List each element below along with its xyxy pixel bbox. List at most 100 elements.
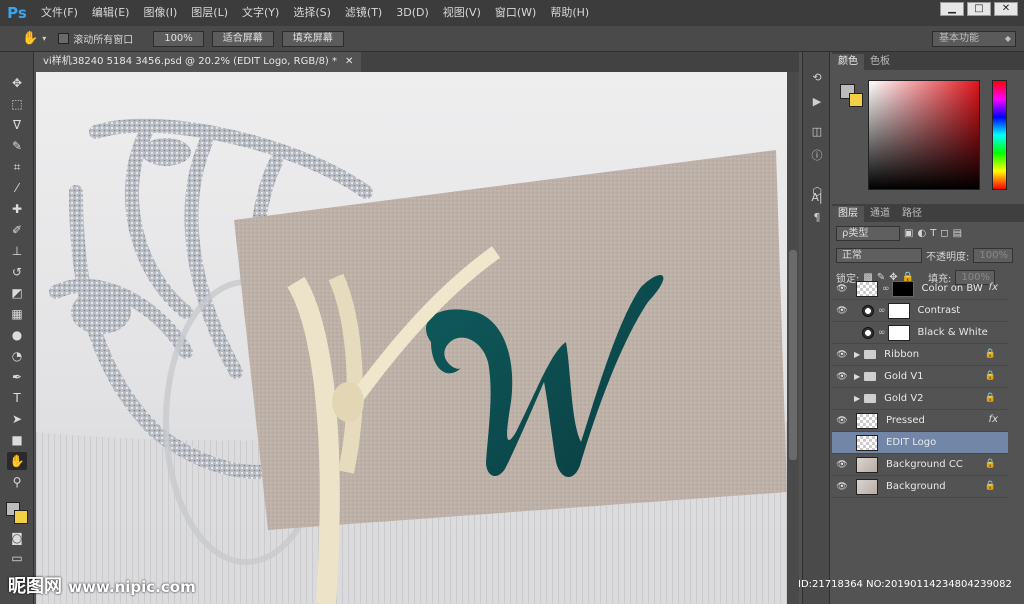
expand-triangle-icon[interactable]: ▶ bbox=[854, 350, 860, 359]
document-canvas[interactable] bbox=[36, 72, 787, 604]
color-picker-field[interactable] bbox=[868, 80, 980, 190]
background-color-swatch[interactable] bbox=[14, 510, 28, 524]
visibility-eye-icon[interactable]: 👁 bbox=[832, 460, 852, 470]
layer-row-background[interactable]: 👁 Background 🔒 bbox=[832, 476, 1008, 498]
character-icon[interactable]: A| bbox=[808, 190, 826, 206]
filter-type-icon[interactable]: T bbox=[930, 228, 936, 239]
layer-row-gold-v1[interactable]: 👁 ▶ Gold V1 🔒 bbox=[832, 366, 1008, 388]
menu-file[interactable]: 文件(F) bbox=[34, 0, 85, 26]
paragraph-icon[interactable]: ¶ bbox=[808, 210, 826, 226]
filter-smart-icon[interactable]: ▤ bbox=[953, 228, 962, 239]
tab-layers[interactable]: 图层 bbox=[832, 206, 864, 222]
layer-row-edit-logo[interactable]: 👁 EDIT Logo bbox=[832, 432, 1008, 454]
maximize-button[interactable]: □ bbox=[967, 2, 991, 16]
brush-tool-icon[interactable]: ✐ bbox=[7, 221, 27, 239]
layer-row-ribbon[interactable]: 👁 ▶ Ribbon 🔒 bbox=[832, 344, 1008, 366]
marquee-tool-icon[interactable]: ⬚ bbox=[7, 95, 27, 113]
menu-help[interactable]: 帮助(H) bbox=[543, 0, 596, 26]
visibility-eye-icon[interactable]: 👁 bbox=[832, 416, 852, 426]
layer-filter-select[interactable]: ρ类型 bbox=[836, 225, 900, 241]
scroll-all-checkbox[interactable] bbox=[58, 33, 70, 44]
layer-row-black-white[interactable]: 👁 ∞ Black & White bbox=[832, 322, 1008, 344]
filter-pixel-icon[interactable]: ▣ bbox=[904, 228, 913, 239]
stamp-tool-icon[interactable]: ⊥ bbox=[7, 242, 27, 260]
menu-image[interactable]: 图像(I) bbox=[136, 0, 184, 26]
info-icon[interactable]: ⓘ bbox=[808, 148, 826, 164]
path-select-tool-icon[interactable]: ➤ bbox=[7, 410, 27, 428]
menu-filter[interactable]: 滤镜(T) bbox=[338, 0, 389, 26]
hand-icon[interactable]: ✋ bbox=[22, 31, 38, 46]
quick-mask-icon[interactable]: ◙ bbox=[7, 529, 27, 547]
fx-icon[interactable]: fx bbox=[989, 414, 998, 425]
properties-icon[interactable]: ◫ bbox=[808, 124, 826, 140]
folder-icon bbox=[864, 372, 877, 381]
visibility-eye-icon[interactable]: 👁 bbox=[832, 284, 852, 294]
opacity-input[interactable]: 100% bbox=[973, 247, 1014, 263]
workspace-select[interactable]: 基本功能 ◆ bbox=[932, 31, 1016, 47]
layer-row-background-cc[interactable]: 👁 Background CC 🔒 bbox=[832, 454, 1008, 476]
menu-layer[interactable]: 图层(L) bbox=[184, 0, 235, 26]
close-button[interactable]: ✕ bbox=[994, 2, 1018, 16]
canvas-vertical-scrollbar[interactable] bbox=[787, 72, 799, 604]
visibility-eye-icon[interactable]: 👁 bbox=[832, 350, 852, 360]
menu-select[interactable]: 选择(S) bbox=[286, 0, 338, 26]
visibility-eye-icon[interactable]: 👁 bbox=[832, 328, 852, 338]
menu-edit[interactable]: 编辑(E) bbox=[85, 0, 137, 26]
eyedropper-tool-icon[interactable]: ⁄ bbox=[7, 179, 27, 197]
menu-view[interactable]: 视图(V) bbox=[436, 0, 488, 26]
layer-mask-thumbnail bbox=[887, 324, 910, 341]
layer-row-color-on-bw[interactable]: 👁 ∞ Color on BW fx bbox=[832, 278, 1008, 300]
shape-tool-icon[interactable]: ■ bbox=[7, 431, 27, 449]
hue-slider[interactable] bbox=[992, 80, 1007, 190]
tab-channels[interactable]: 通道 bbox=[864, 206, 896, 222]
close-icon[interactable]: ✕ bbox=[345, 52, 353, 72]
fx-icon[interactable]: fx bbox=[989, 282, 998, 293]
tab-color[interactable]: 颜色 bbox=[832, 54, 864, 70]
fit-screen-button[interactable]: 适合屏幕 bbox=[211, 30, 274, 47]
fill-screen-button[interactable]: 填充屏幕 bbox=[281, 30, 344, 47]
scrollbar-thumb[interactable] bbox=[789, 250, 797, 460]
dodge-tool-icon[interactable]: ◔ bbox=[7, 347, 27, 365]
zoom-tool-icon[interactable]: ⚲ bbox=[7, 473, 27, 491]
visibility-eye-icon[interactable]: 👁 bbox=[832, 306, 852, 316]
tab-swatches[interactable]: 色板 bbox=[864, 54, 896, 70]
layer-row-pressed[interactable]: 👁 Pressed fx bbox=[832, 410, 1008, 432]
actions-play-icon[interactable]: ▶ bbox=[808, 94, 826, 110]
menu-window[interactable]: 窗口(W) bbox=[488, 0, 543, 26]
zoom-100-button[interactable]: 100% bbox=[153, 30, 204, 47]
visibility-eye-icon[interactable]: 👁 bbox=[832, 372, 852, 382]
blend-row: 正常 不透明度: 100% bbox=[832, 244, 1024, 266]
history-brush-tool-icon[interactable]: ↺ bbox=[7, 263, 27, 281]
type-tool-icon[interactable]: T bbox=[7, 389, 27, 407]
visibility-eye-icon[interactable]: 👁 bbox=[832, 438, 852, 448]
layer-row-gold-v2[interactable]: 👁 ▶ Gold V2 🔒 bbox=[832, 388, 1008, 410]
tab-paths[interactable]: 路径 bbox=[896, 206, 928, 222]
lasso-tool-icon[interactable]: ᐁ bbox=[7, 116, 27, 134]
eraser-tool-icon[interactable]: ◩ bbox=[7, 284, 27, 302]
move-tool-icon[interactable]: ✥ bbox=[7, 74, 27, 92]
bg-color-swatch[interactable] bbox=[849, 93, 863, 107]
gradient-tool-icon[interactable]: ▦ bbox=[7, 305, 27, 323]
screen-mode-icon[interactable]: ▭ bbox=[7, 549, 27, 567]
filter-adjust-icon[interactable]: ◐ bbox=[917, 228, 926, 239]
visibility-eye-icon[interactable]: 👁 bbox=[832, 482, 852, 492]
healing-tool-icon[interactable]: ✚ bbox=[7, 200, 27, 218]
layer-row-contrast[interactable]: 👁 ∞ Contrast bbox=[832, 300, 1008, 322]
menu-type[interactable]: 文字(Y) bbox=[235, 0, 286, 26]
quick-select-tool-icon[interactable]: ✎ bbox=[7, 137, 27, 155]
tool-preset-chevron-icon[interactable]: ▾ bbox=[42, 34, 46, 43]
history-icon[interactable]: ⟲ bbox=[808, 70, 826, 86]
blur-tool-icon[interactable]: ● bbox=[7, 326, 27, 344]
folder-icon bbox=[864, 394, 877, 403]
pen-tool-icon[interactable]: ✒ bbox=[7, 368, 27, 386]
expand-triangle-icon[interactable]: ▶ bbox=[854, 372, 860, 381]
expand-triangle-icon[interactable]: ▶ bbox=[854, 394, 860, 403]
crop-tool-icon[interactable]: ⌗ bbox=[7, 158, 27, 176]
menu-3d[interactable]: 3D(D) bbox=[389, 0, 436, 26]
filter-shape-icon[interactable]: ◻ bbox=[940, 228, 948, 239]
blend-mode-select[interactable]: 正常 bbox=[836, 247, 922, 263]
visibility-eye-icon[interactable]: 👁 bbox=[832, 394, 852, 404]
document-tab[interactable]: vi样机38240 5184 3456.psd @ 20.2% (EDIT Lo… bbox=[35, 52, 362, 72]
hand-tool-icon[interactable]: ✋ bbox=[7, 452, 27, 470]
minimize-button[interactable]: ▁ bbox=[940, 2, 964, 16]
